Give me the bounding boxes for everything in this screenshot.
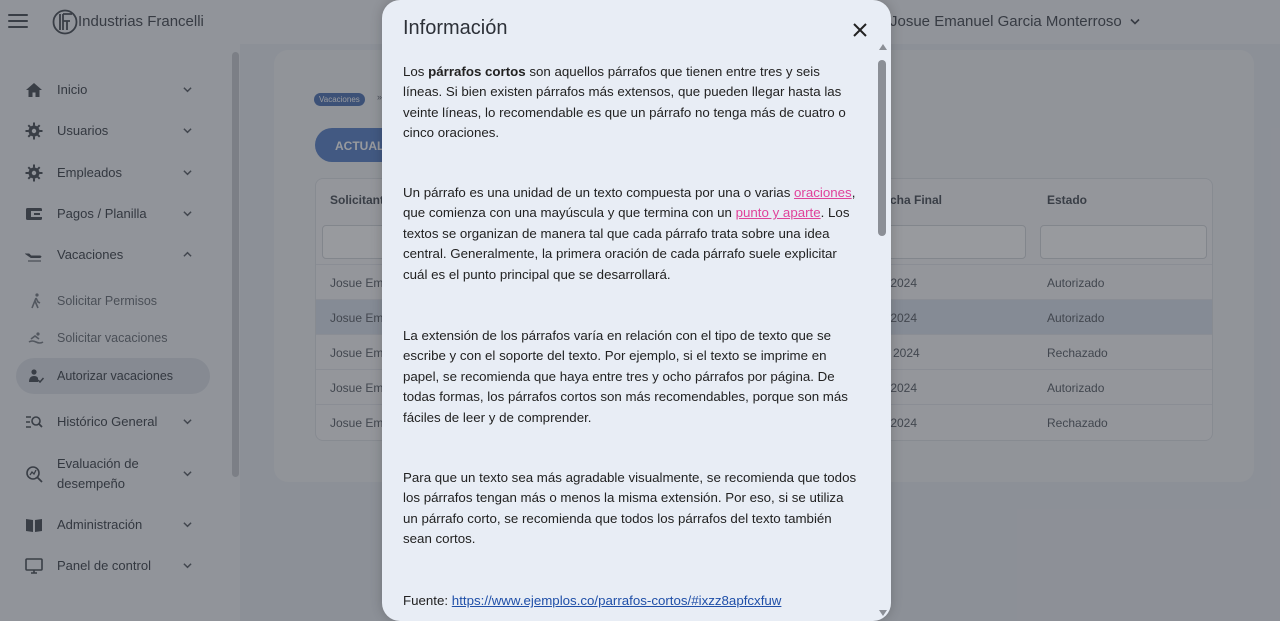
bold-text: párrafos cortos <box>428 64 526 79</box>
link-punto-y-aparte[interactable]: punto y aparte <box>736 205 821 220</box>
text: Los <box>403 64 429 79</box>
paragraph-1: Los párrafos cortos son aquellos párrafo… <box>403 62 861 144</box>
modal-title: Información <box>403 17 508 39</box>
source-link[interactable]: https://www.ejemplos.co/parrafos-cortos/… <box>452 593 782 608</box>
source-label: Fuente: <box>403 593 452 608</box>
source-line: Fuente: https://www.ejemplos.co/parrafos… <box>403 591 861 611</box>
scroll-thumb[interactable] <box>878 60 886 236</box>
paragraph-2: Un párrafo es una unidad de un texto com… <box>403 183 861 285</box>
close-icon[interactable] <box>852 22 868 38</box>
paragraph-4: Para que un texto sea más agradable visu… <box>403 470 857 547</box>
modal-scrollbar[interactable] <box>878 44 888 616</box>
link-oraciones[interactable]: oraciones <box>794 185 852 200</box>
scroll-down-arrow-icon[interactable] <box>879 610 887 616</box>
scroll-up-arrow-icon[interactable] <box>879 44 887 50</box>
paragraph-3: La extensión de los párrafos varía en re… <box>403 328 848 425</box>
text: Un párrafo es una unidad de un texto com… <box>403 185 795 200</box>
info-modal: Información Los párrafos cortos son aque… <box>382 0 891 621</box>
